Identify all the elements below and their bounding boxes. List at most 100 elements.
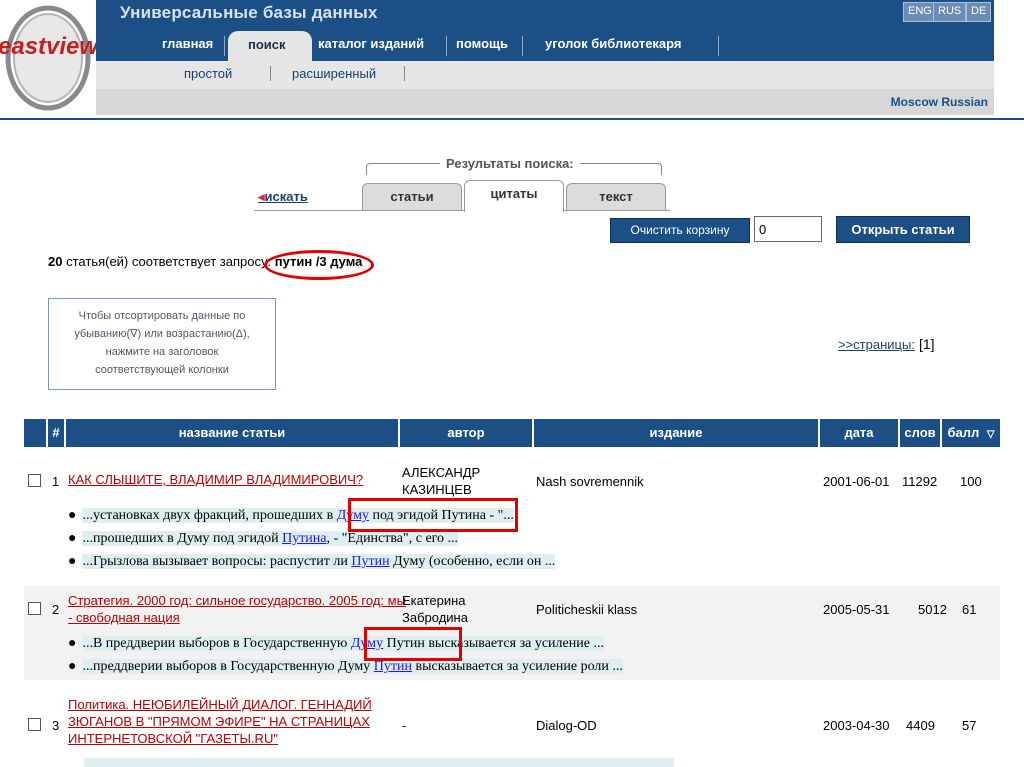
article-publication: Nash sovremennik xyxy=(536,474,644,489)
lang-de-button[interactable]: DE xyxy=(966,2,992,22)
col-publication-header[interactable]: издание xyxy=(534,419,820,447)
nav-separator xyxy=(224,36,225,56)
col-score-header[interactable]: балл ▽ xyxy=(942,419,1000,447)
annotation-box xyxy=(348,498,518,532)
bullet-icon: ● xyxy=(68,531,77,546)
title-line: ЗЮГАНОВ В "ПРЯМОМ ЭФИРЕ" НА СТРАНИЦАХ xyxy=(68,714,370,729)
annotation-box xyxy=(364,627,462,661)
nav-catalog[interactable]: каталог изданий xyxy=(318,36,424,56)
pages-link[interactable]: >>страницы: xyxy=(838,337,915,352)
nav-search-label: поиск xyxy=(248,37,286,52)
header-divider xyxy=(0,118,1024,120)
page-current[interactable]: [1] xyxy=(919,336,935,352)
result-count: 20 xyxy=(48,254,63,269)
article-title-link[interactable]: КАК СЛЫШИТЕ, ВЛАДИМИР ВЛАДИМИРОВИЧ? xyxy=(68,472,363,487)
author-line: АЛЕКСАНДР xyxy=(402,465,481,480)
col-date-header[interactable]: дата xyxy=(820,419,900,447)
sort-desc-icon: ▽ xyxy=(986,429,995,440)
snippet-highlight-link[interactable]: Путина xyxy=(282,531,326,546)
bullet-icon: ● xyxy=(68,554,77,569)
region-label: Moscow Russian xyxy=(890,95,988,109)
article-author: - xyxy=(402,718,407,733)
author-line: КАЗИНЦЕВ xyxy=(402,482,472,497)
pagination: >>страницы: [1] xyxy=(838,336,935,352)
row-checkbox[interactable] xyxy=(28,718,41,731)
snippet-text: ...преддверии выборов в Государственную … xyxy=(82,659,374,674)
article-score: 57 xyxy=(962,718,977,733)
row-checkbox[interactable] xyxy=(28,602,41,615)
col-words-header[interactable]: слов xyxy=(900,419,942,447)
article-publication: Politicheskii klass xyxy=(536,602,638,617)
open-articles-button[interactable]: Открыть статьи xyxy=(836,216,970,243)
eastview-logo[interactable]: eastview xyxy=(0,4,96,112)
snippet-text: ...прошедших в Думу под эгидой xyxy=(82,531,283,546)
article-date: 2005-05-31 xyxy=(823,602,890,617)
back-search-link[interactable]: ◂искать xyxy=(258,189,308,205)
quote-snippet-cutoff xyxy=(84,758,674,767)
site-header: eastview Универсальные базы данных ENG R… xyxy=(0,0,1024,120)
snippet-highlight-link[interactable]: Путин xyxy=(374,659,412,674)
header-edge xyxy=(994,0,1024,118)
sort-hint: Чтобы отсортировать данные по убыванию(∇… xyxy=(48,298,276,390)
article-words: 4409 xyxy=(906,718,935,733)
row-number: 1 xyxy=(52,474,60,489)
article-title-link[interactable]: Политика. НЕЮБИЛЕЙНЫЙ ДИАЛОГ. ГЕННАДИЙ З… xyxy=(68,696,372,747)
snippet-text: Думу (особенно, если он ... xyxy=(389,554,556,569)
clear-cart-button[interactable]: Очистить корзину xyxy=(610,218,750,243)
tab-articles[interactable]: статьи xyxy=(362,183,462,210)
article-date: 2001-06-01 xyxy=(823,474,890,489)
nav-librarian[interactable]: уголок библиотекаря xyxy=(545,36,682,56)
subnav-simple[interactable]: простой xyxy=(184,66,232,81)
sort-hint-line: соответствующей колонки xyxy=(95,364,229,376)
title-line: Стратегия. 2000 год: сильное государство… xyxy=(68,593,406,608)
article-words: 11292 xyxy=(902,474,938,489)
title-line: ИНТЕРНЕТОВСКОЙ "ГАЗЕТЫ.RU" xyxy=(68,731,278,746)
nav-help[interactable]: помощь xyxy=(456,36,508,56)
snippet-text: высказывается за усиление роли ... xyxy=(411,659,623,674)
quote-snippet: ● ...Грызлова вызывает вопросы: распустит… xyxy=(68,554,556,570)
cart-count-input[interactable] xyxy=(754,216,822,242)
article-publication: Dialog-OD xyxy=(536,718,597,733)
logo-text: eastview xyxy=(0,33,96,60)
article-score: 100 xyxy=(960,474,982,489)
quote-snippet: ● ...преддверии выборов в Государственную… xyxy=(68,659,623,675)
title-line: Политика. НЕЮБИЛЕЙНЫЙ ДИАЛОГ. ГЕННАДИЙ xyxy=(68,697,372,712)
article-words: 5012 xyxy=(918,602,947,617)
nav-search[interactable]: поиск xyxy=(228,31,312,61)
col-author-header[interactable]: автор xyxy=(400,419,534,447)
article-title-link[interactable]: Стратегия. 2000 год: сильное государство… xyxy=(68,592,406,626)
bullet-icon: ● xyxy=(68,659,77,674)
col-score-label: балл xyxy=(947,425,980,440)
bullet-icon: ● xyxy=(68,636,77,651)
col-number-header[interactable]: # xyxy=(48,419,66,447)
row-checkbox[interactable] xyxy=(28,474,41,487)
col-checkbox-header xyxy=(24,419,48,447)
subnav-separator xyxy=(404,66,405,81)
col-title-header[interactable]: название статьи xyxy=(66,419,400,447)
annotation-oval xyxy=(264,250,374,280)
query-text: статья(ей) соответствует запросу: xyxy=(66,254,272,269)
nav-separator xyxy=(718,36,719,56)
quote-snippet: ● ...В преддверии выборов в Государственн… xyxy=(68,636,604,652)
nav-main[interactable]: главная xyxy=(162,36,213,56)
lang-rus-button[interactable]: RUS xyxy=(933,2,967,22)
author-line: Екатерина xyxy=(402,593,466,608)
app-title: Универсальные базы данных xyxy=(120,3,378,22)
row-number: 2 xyxy=(52,602,60,617)
snippet-text: ...Грызлова вызывает вопросы: распустит … xyxy=(82,554,352,569)
region-band xyxy=(96,89,994,115)
subnav-advanced[interactable]: расширенный xyxy=(292,66,376,81)
results-label: Результаты поиска: xyxy=(440,156,580,171)
tab-quotes[interactable]: цитаты xyxy=(464,180,564,212)
quote-snippet: ● ...прошедших в Думу под эгидой Путина, … xyxy=(68,531,459,547)
sort-hint-line: убыванию(∇) или возрастанию(Δ), xyxy=(74,328,250,340)
snippet-highlight-link[interactable]: Путин xyxy=(351,554,389,569)
article-score: 61 xyxy=(962,602,977,617)
sort-hint-line: нажмите на заголовок xyxy=(105,346,219,358)
search-link-label: искать xyxy=(264,189,308,204)
title-line: - свободная нация xyxy=(68,610,180,625)
lang-eng-button[interactable]: ENG xyxy=(903,2,937,22)
nav-separator xyxy=(522,36,523,56)
bullet-icon: ● xyxy=(68,508,77,523)
tab-text[interactable]: текст xyxy=(566,183,666,210)
